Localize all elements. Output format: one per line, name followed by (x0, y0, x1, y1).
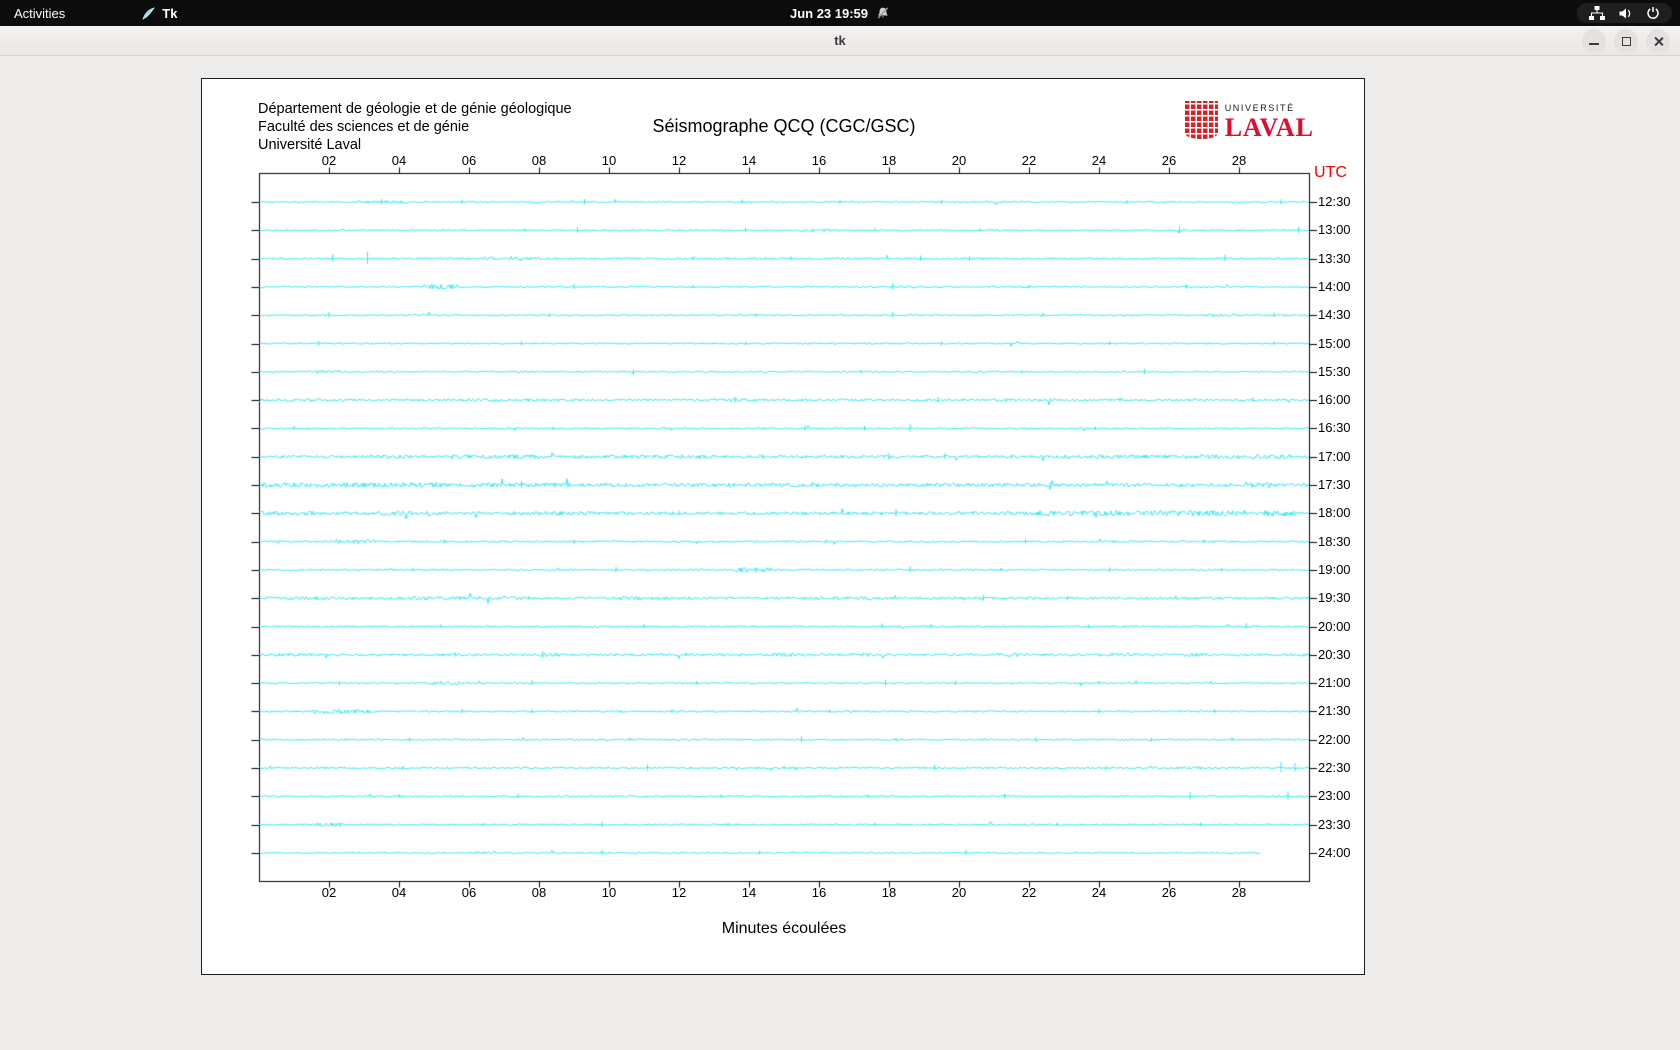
x-tick-label-top: 18 (882, 153, 896, 168)
x-tick-label-top: 04 (392, 153, 406, 168)
x-tick-label-bottom: 02 (322, 885, 336, 900)
x-tick-label-top: 24 (1092, 153, 1106, 168)
x-tick-label-bottom: 14 (742, 885, 756, 900)
utc-time-label: 20:00 (1318, 619, 1351, 634)
x-tick-label-bottom: 08 (532, 885, 546, 900)
laval-logo-line2: LAVAL (1225, 115, 1314, 141)
close-button[interactable] (1646, 29, 1670, 53)
minimize-icon (1589, 43, 1599, 45)
close-icon (1653, 36, 1664, 47)
utc-time-label: 22:00 (1318, 732, 1351, 747)
x-tick-label-top: 28 (1232, 153, 1246, 168)
utc-time-label: 12:30 (1318, 194, 1351, 209)
utc-time-label: 20:30 (1318, 647, 1351, 662)
seismogram-canvas (251, 165, 1321, 897)
utc-time-label: 19:30 (1318, 590, 1351, 605)
x-tick-label-top: 08 (532, 153, 546, 168)
laval-logo: UNIVERSITÉ LAVAL (1185, 101, 1314, 141)
clock-label: Jun 23 19:59 (790, 6, 868, 21)
x-axis-label: Minutes écoulées (259, 920, 1309, 938)
utc-time-label: 15:00 (1318, 336, 1351, 351)
x-tick-label-bottom: 10 (602, 885, 616, 900)
x-tick-label-top: 14 (742, 153, 756, 168)
x-tick-label-top: 06 (462, 153, 476, 168)
x-tick-label-bottom: 20 (952, 885, 966, 900)
x-tick-label-bottom: 26 (1162, 885, 1176, 900)
x-tick-label-top: 02 (322, 153, 336, 168)
header-line-3: Université Laval (258, 136, 572, 154)
taskbar-app-label: Tk (162, 6, 177, 21)
utc-time-label: 15:30 (1318, 364, 1351, 379)
utc-time-label: 21:30 (1318, 703, 1351, 718)
x-tick-label-bottom: 12 (672, 885, 686, 900)
laval-logo-shield-icon (1185, 101, 1218, 139)
x-tick-label-bottom: 24 (1092, 885, 1106, 900)
activities-button[interactable]: Activities (0, 0, 79, 26)
utc-time-label: 24:00 (1318, 845, 1351, 860)
utc-time-label: 21:00 (1318, 675, 1351, 690)
network-icon (1589, 6, 1605, 20)
window-controls (1582, 29, 1670, 53)
utc-time-label: 16:00 (1318, 392, 1351, 407)
clock-menu[interactable]: Jun 23 19:59 (790, 0, 890, 26)
plot-panel: Département de géologie et de génie géol… (201, 78, 1365, 975)
x-tick-label-top: 10 (602, 153, 616, 168)
x-tick-label-top: 16 (812, 153, 826, 168)
utc-time-label: 16:30 (1318, 420, 1351, 435)
laval-logo-text: UNIVERSITÉ LAVAL (1225, 101, 1314, 141)
x-tick-label-bottom: 28 (1232, 885, 1246, 900)
x-tick-label-top: 20 (952, 153, 966, 168)
activities-label: Activities (14, 6, 65, 21)
utc-time-label: 14:30 (1318, 307, 1351, 322)
power-icon (1646, 6, 1660, 20)
x-tick-label-bottom: 04 (392, 885, 406, 900)
system-status-menu[interactable] (1577, 3, 1672, 23)
x-tick-label-top: 12 (672, 153, 686, 168)
utc-time-label: 23:00 (1318, 788, 1351, 803)
utc-time-label: 22:30 (1318, 760, 1351, 775)
utc-time-label: 17:00 (1318, 449, 1351, 464)
maximize-icon (1622, 37, 1631, 46)
utc-time-label: 13:30 (1318, 251, 1351, 266)
notifications-muted-icon (876, 6, 890, 20)
utc-time-label: 19:00 (1318, 562, 1351, 577)
volume-icon (1618, 7, 1633, 20)
x-tick-label-bottom: 18 (882, 885, 896, 900)
utc-time-label: 18:00 (1318, 505, 1351, 520)
tk-app-icon (141, 6, 156, 21)
x-tick-label-top: 26 (1162, 153, 1176, 168)
minimize-button[interactable] (1582, 29, 1606, 53)
laval-logo-line1: UNIVERSITÉ (1225, 104, 1314, 113)
utc-time-label: 23:30 (1318, 817, 1351, 832)
utc-time-label: 17:30 (1318, 477, 1351, 492)
utc-time-label: 14:00 (1318, 279, 1351, 294)
window-title: tk (834, 33, 846, 48)
x-tick-label-bottom: 06 (462, 885, 476, 900)
utc-time-label: 13:00 (1318, 222, 1351, 237)
maximize-button[interactable] (1614, 29, 1638, 53)
utc-time-label: 18:30 (1318, 534, 1351, 549)
top-bar: Activities Tk Jun 23 19:59 (0, 0, 1680, 26)
x-tick-label-bottom: 22 (1022, 885, 1036, 900)
x-tick-label-top: 22 (1022, 153, 1036, 168)
taskbar-app-tk[interactable]: Tk (141, 6, 177, 21)
page-title: Séismographe QCQ (CGC/GSC) (259, 116, 1309, 137)
window-titlebar[interactable]: tk (0, 26, 1680, 56)
x-tick-label-bottom: 16 (812, 885, 826, 900)
